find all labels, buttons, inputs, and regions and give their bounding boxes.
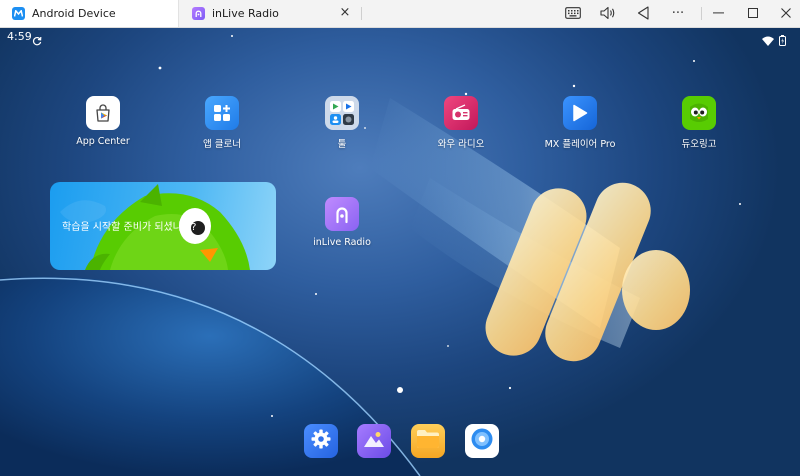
more-icon[interactable]: ··· [668,4,688,22]
duolingo-icon [682,96,716,130]
app-label: MX 플레이어 Pro [544,139,616,150]
tab-inlive-radio[interactable]: inLive Radio × [180,0,361,27]
back-icon[interactable] [633,4,653,22]
dock-music-player[interactable] [465,424,499,458]
app-label: 앱 클로너 [203,139,241,150]
app-window: Android Device inLive Radio × ··· 4:59 A… [0,0,800,476]
app-label: 툴 [337,139,347,150]
sync-icon [32,31,42,50]
app-cloner-icon [205,96,239,130]
app-label: inLive Radio [313,237,371,248]
play-store-icon [86,96,120,130]
status-clock: 4:59 [7,30,32,43]
widget-prompt-text: 학습을 시작할 준비가 되셨나요? [62,222,197,233]
dock-file-manager[interactable] [411,424,445,458]
app-wow-radio[interactable]: 와우 라디오 [416,96,506,150]
app-tools-folder[interactable]: 툴 [297,96,387,150]
app-app-center[interactable]: App Center [58,96,148,147]
file-manager-icon [416,429,440,453]
minimize-icon[interactable] [708,4,728,22]
inlive-radio-icon [192,7,205,20]
close-window-icon[interactable] [776,4,796,22]
gallery-icon [363,429,385,453]
duolingo-widget[interactable]: 학습을 시작할 준비가 되셨나요? [50,182,276,270]
wifi-icon [762,31,774,50]
toolbar-separator [701,7,702,20]
app-duolingo[interactable]: 듀오링고 [654,96,744,150]
tab-android-device[interactable]: Android Device [0,0,179,27]
app-inlive-radio[interactable]: inLive Radio [297,197,387,248]
ldplayer-logo-icon [12,7,25,20]
mx-player-icon [563,96,597,130]
tab-label: inLive Radio [212,7,279,20]
title-bar: Android Device inLive Radio × ··· [0,0,800,28]
music-player-icon [470,427,494,455]
inlive-radio-icon [325,197,359,231]
app-label: App Center [76,136,130,147]
tab-label: Android Device [32,7,116,20]
app-app-cloner[interactable]: 앱 클로너 [177,96,267,150]
page-indicator-dot[interactable] [397,387,403,393]
dock-settings[interactable] [304,424,338,458]
maximize-icon[interactable] [743,4,763,22]
system-icons [762,31,786,50]
radio-icon [444,96,478,130]
app-label: 듀오링고 [681,139,717,150]
status-bar: 4:59 [0,28,800,46]
app-mx-player-pro[interactable]: MX 플레이어 Pro [535,96,625,150]
settings-icon [310,428,332,454]
keyboard-icon[interactable] [563,4,583,22]
tools-folder-icon [325,96,359,130]
volume-icon[interactable] [598,4,618,22]
app-label: 와우 라디오 [437,139,485,150]
tab-separator [361,7,362,20]
close-tab-icon[interactable]: × [339,6,351,19]
dock-gallery[interactable] [357,424,391,458]
android-home-screen[interactable]: 4:59 App Center 앱 클로너 툴 와우 라디오 MX 플레이어 P… [0,28,800,476]
battery-icon [779,31,786,50]
